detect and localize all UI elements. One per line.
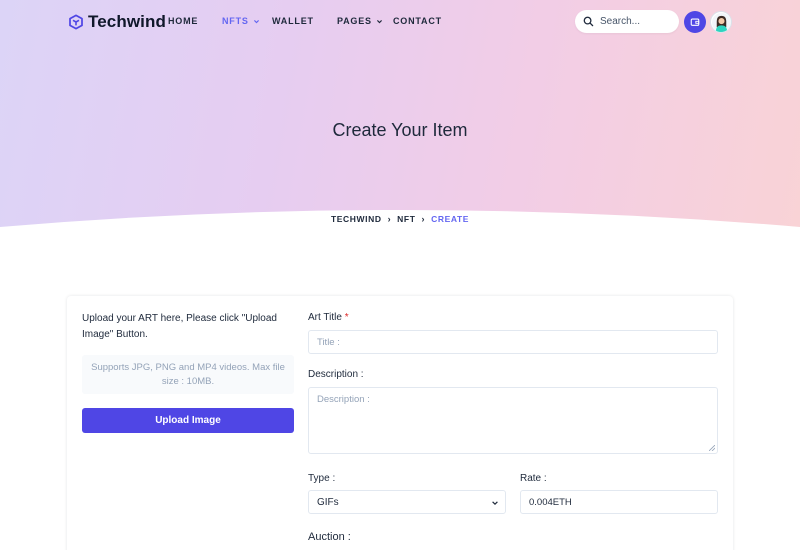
brand-logo[interactable]: Techwind [68, 11, 166, 33]
nav-item-nfts[interactable]: NFTS [222, 16, 260, 26]
upload-preview-area[interactable]: Supports JPG, PNG and MP4 videos. Max fi… [82, 355, 294, 394]
nav-item-label: NFTS [222, 16, 249, 26]
chevron-right-icon: › [387, 214, 392, 224]
brand-name: Techwind [88, 12, 166, 31]
required-mark: * [344, 312, 349, 323]
nav-item-pages[interactable]: PAGES [337, 16, 383, 26]
chevron-down-icon [253, 19, 259, 23]
nav-item-label: WALLET [272, 16, 314, 26]
nav-item-label: HOME [168, 16, 199, 26]
chevron-down-icon [492, 501, 498, 506]
hexagon-logo-icon [69, 14, 83, 30]
search-icon [583, 16, 594, 27]
search-box [575, 10, 679, 33]
nav-item-home[interactable]: HOME [168, 16, 198, 26]
upload-image-button[interactable]: Upload Image [82, 408, 294, 433]
search-input[interactable] [600, 16, 672, 27]
nav-item-label: PAGES [337, 16, 372, 26]
type-select[interactable]: GIFs [308, 490, 506, 514]
upload-preview-text: Supports JPG, PNG and MP4 videos. Max fi… [91, 362, 285, 387]
top-navbar: Techwind HOME NFTS WALLET PAGES CONTACT [0, 0, 800, 44]
rate-input[interactable] [520, 490, 718, 514]
description-textarea[interactable] [308, 387, 718, 454]
art-title-input[interactable] [308, 330, 718, 354]
rate-label: Rate : [520, 473, 547, 484]
chevron-right-icon: › [421, 214, 426, 224]
user-avatar[interactable] [710, 11, 732, 33]
nav-item-label: CONTACT [393, 16, 442, 26]
nav-item-contact[interactable]: CONTACT [393, 16, 442, 26]
upload-instructions: Upload your ART here, Please click "Uplo… [82, 313, 277, 340]
page-title: Create Your Item [332, 120, 468, 140]
wallet-icon [690, 18, 700, 26]
breadcrumb-create: CREATE [431, 214, 470, 224]
art-title-label-text: Art Title [308, 312, 342, 323]
upload-image-button-label: Upload Image [155, 415, 221, 426]
nav-item-wallet[interactable]: WALLET [272, 16, 314, 26]
avatar-portrait-icon [711, 12, 731, 32]
auction-label: Auction : [308, 531, 351, 543]
breadcrumb-techwind[interactable]: TECHWIND [331, 214, 382, 224]
wallet-button[interactable] [684, 11, 706, 33]
breadcrumb-nft[interactable]: NFT [397, 214, 415, 224]
type-select-value: GIFs [317, 496, 339, 508]
hero-wave-shape [0, 210, 800, 245]
breadcrumb: TECHWIND › NFT › CREATE [0, 214, 800, 224]
art-title-label: Art Title * [308, 312, 349, 323]
chevron-down-icon [376, 19, 382, 23]
type-label: Type : [308, 473, 336, 484]
description-label: Description : [308, 369, 364, 380]
resize-grip-icon[interactable] [709, 445, 715, 451]
